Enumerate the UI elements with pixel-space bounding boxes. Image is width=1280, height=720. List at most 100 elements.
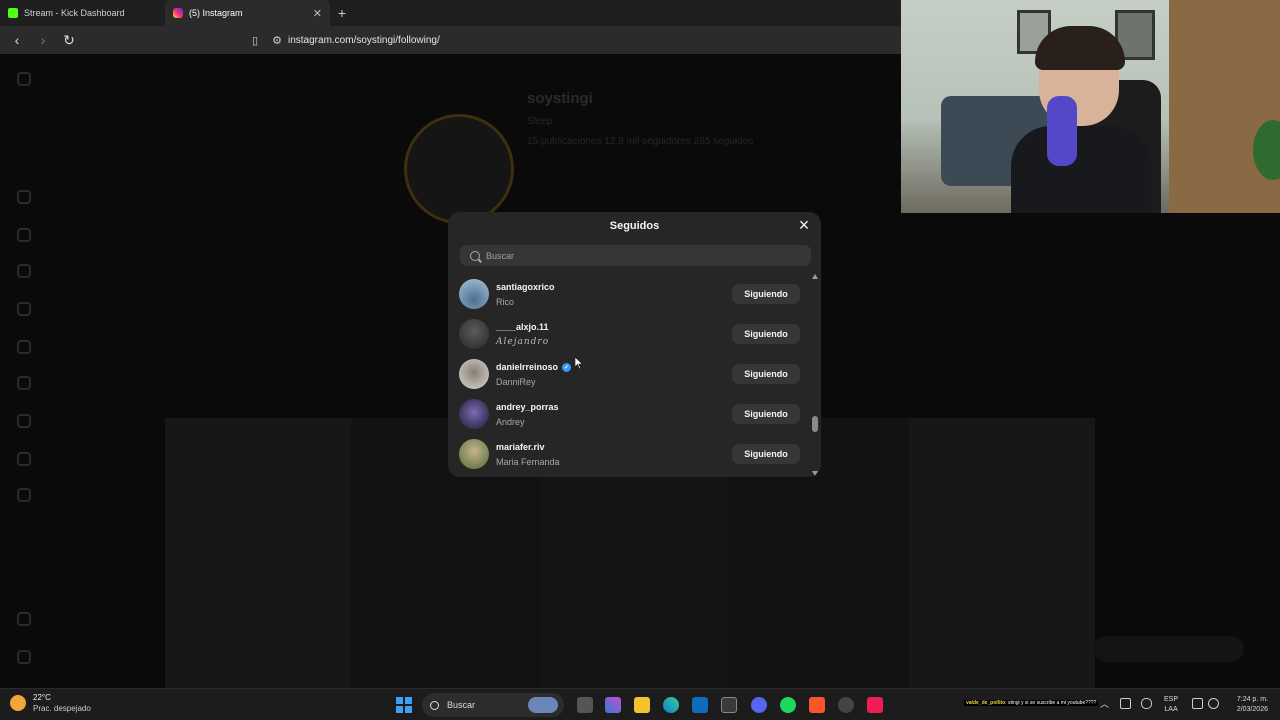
close-tab-icon[interactable]: ✕ bbox=[313, 7, 322, 20]
address-bar[interactable]: ▯ ⚙ instagram.com/soystingi/following/ bbox=[244, 29, 904, 51]
profile-category: Sleep bbox=[527, 116, 553, 127]
more-apps-icon[interactable] bbox=[17, 650, 31, 664]
edge-icon[interactable] bbox=[663, 697, 679, 713]
reels-icon[interactable] bbox=[17, 228, 31, 242]
avatar[interactable] bbox=[459, 279, 489, 309]
chat-message: : stingi y si se suscribe a mi youtube??… bbox=[1005, 700, 1097, 706]
menu-icon[interactable] bbox=[17, 612, 31, 626]
store-icon[interactable] bbox=[721, 697, 737, 713]
scroll-up-icon[interactable] bbox=[812, 274, 818, 279]
username[interactable]: andrey_porras bbox=[496, 402, 559, 412]
taskbar-search[interactable]: Buscar bbox=[422, 693, 564, 717]
url-text[interactable]: instagram.com/soystingi/following/ bbox=[288, 35, 440, 46]
search-highlight-icon bbox=[528, 697, 558, 713]
task-view-icon[interactable] bbox=[577, 697, 593, 713]
taskbar-search-label: Buscar bbox=[447, 700, 476, 710]
system-clock[interactable]: 7:24 p. m. 2/03/2026 bbox=[1226, 695, 1268, 715]
avatar[interactable] bbox=[459, 399, 489, 429]
tiktok-icon[interactable] bbox=[867, 697, 883, 713]
list-item[interactable]: ____alxjo.11 Alejandro Siguiendo bbox=[448, 314, 814, 354]
profile-stats: 15 publicaciones 12,8 mil seguidores 285… bbox=[527, 136, 754, 147]
scroll-down-icon[interactable] bbox=[812, 471, 818, 476]
weather-desc: Prac. despejado bbox=[33, 704, 91, 713]
following-button[interactable]: Siguiendo bbox=[732, 404, 800, 424]
create-icon[interactable] bbox=[17, 414, 31, 428]
close-icon[interactable]: × bbox=[796, 216, 812, 234]
following-modal: Seguidos × santiagoxrico Rico Siguiendo … bbox=[448, 212, 821, 477]
instagram-sidebar bbox=[0, 54, 48, 688]
search-icon[interactable] bbox=[17, 302, 31, 316]
windows-taskbar: 22°C Prac. despejado Buscar valde_de_pol… bbox=[0, 688, 1280, 720]
tab-title: (5) Instagram bbox=[189, 8, 243, 18]
kick-logo-icon bbox=[8, 8, 18, 18]
search-input[interactable] bbox=[486, 250, 786, 261]
file-explorer-icon[interactable] bbox=[634, 697, 650, 713]
messages-pill[interactable] bbox=[1094, 636, 1244, 662]
following-button[interactable]: Siguiendo bbox=[732, 364, 800, 384]
username[interactable]: ____alxjo.11 bbox=[496, 322, 549, 332]
new-tab-button[interactable]: + bbox=[330, 0, 354, 26]
app-icon[interactable] bbox=[838, 697, 854, 713]
avatar[interactable] bbox=[459, 319, 489, 349]
full-name: Andrey bbox=[496, 417, 525, 427]
profile-username: soystingi bbox=[527, 90, 593, 107]
bookmark-icon[interactable]: ▯ bbox=[244, 34, 266, 47]
clock-date: 2/03/2026 bbox=[1236, 706, 1268, 713]
reload-icon[interactable]: ↻ bbox=[58, 29, 80, 51]
instagram-logo-icon[interactable] bbox=[17, 72, 31, 86]
onedrive-icon[interactable] bbox=[1120, 698, 1131, 709]
language-indicator[interactable]: ESP LAA bbox=[1164, 695, 1178, 715]
weather-widget[interactable]: 22°C Prac. despejado bbox=[10, 693, 91, 713]
outlook-icon[interactable] bbox=[692, 697, 708, 713]
stream-chat-overlay: valde_de_pollito: stingi y si se suscrib… bbox=[964, 700, 1099, 706]
tray-chevron-up-icon[interactable]: ︿ bbox=[1100, 697, 1109, 710]
windows-start-icon[interactable] bbox=[396, 697, 412, 713]
following-button[interactable]: Siguiendo bbox=[732, 284, 800, 304]
scrollbar-thumb[interactable] bbox=[812, 416, 818, 432]
following-button[interactable]: Siguiendo bbox=[732, 444, 800, 464]
discord-icon[interactable] bbox=[751, 697, 767, 713]
verified-badge-icon: ✓ bbox=[562, 362, 572, 372]
notifications-icon[interactable] bbox=[17, 264, 31, 278]
microphone bbox=[1047, 96, 1077, 166]
tab-instagram[interactable]: (5) Instagram ✕ bbox=[165, 0, 330, 26]
explore-icon[interactable] bbox=[17, 340, 31, 354]
username[interactable]: mariafer.riv bbox=[496, 442, 560, 452]
dashboard-icon[interactable] bbox=[17, 452, 31, 466]
avatar[interactable] bbox=[459, 359, 489, 389]
post-thumbnail[interactable] bbox=[165, 418, 351, 688]
display-icon[interactable] bbox=[1192, 698, 1203, 709]
modal-title: Seguidos bbox=[609, 219, 660, 232]
username[interactable]: danielrreinoso ✓ bbox=[496, 362, 572, 372]
profile-icon[interactable] bbox=[17, 488, 31, 502]
list-item[interactable]: andrey_porras Andrey Siguiendo bbox=[448, 394, 814, 434]
mouse-cursor-icon bbox=[575, 357, 583, 369]
modal-scrollbar[interactable] bbox=[812, 274, 819, 476]
modal-search[interactable] bbox=[460, 245, 811, 266]
brave-icon[interactable] bbox=[809, 697, 825, 713]
list-item[interactable]: santiagoxrico Rico Siguiendo bbox=[448, 274, 814, 314]
wall-door bbox=[1169, 0, 1280, 213]
home-icon[interactable] bbox=[17, 190, 31, 204]
lang-code: ESP bbox=[1164, 696, 1179, 703]
avatar[interactable] bbox=[459, 439, 489, 469]
site-info-icon[interactable]: ⚙ bbox=[266, 34, 288, 47]
webcam-overlay bbox=[901, 0, 1280, 213]
tab-kick-dashboard[interactable]: Stream - Kick Dashboard bbox=[0, 0, 165, 26]
list-item[interactable]: mariafer.riv Maria Fernanda Siguiendo bbox=[448, 434, 814, 474]
forward-icon[interactable]: › bbox=[32, 29, 54, 51]
full-name: Alejandro bbox=[496, 337, 550, 347]
heart-icon[interactable] bbox=[17, 376, 31, 390]
post-thumbnail[interactable] bbox=[909, 418, 1095, 688]
list-item[interactable]: danielrreinoso ✓ DanniRey Siguiendo bbox=[448, 354, 814, 394]
streamer-hair bbox=[1035, 26, 1125, 70]
following-button[interactable]: Siguiendo bbox=[732, 324, 800, 344]
tab-title: Stream - Kick Dashboard bbox=[24, 8, 125, 18]
mic-icon[interactable] bbox=[1141, 698, 1152, 709]
username[interactable]: santiagoxrico bbox=[496, 282, 555, 292]
copilot-icon[interactable] bbox=[605, 697, 621, 713]
back-icon[interactable]: ‹ bbox=[6, 29, 28, 51]
username-text[interactable]: danielrreinoso bbox=[496, 362, 558, 372]
spotify-icon[interactable] bbox=[780, 697, 796, 713]
volume-icon[interactable] bbox=[1208, 698, 1219, 709]
